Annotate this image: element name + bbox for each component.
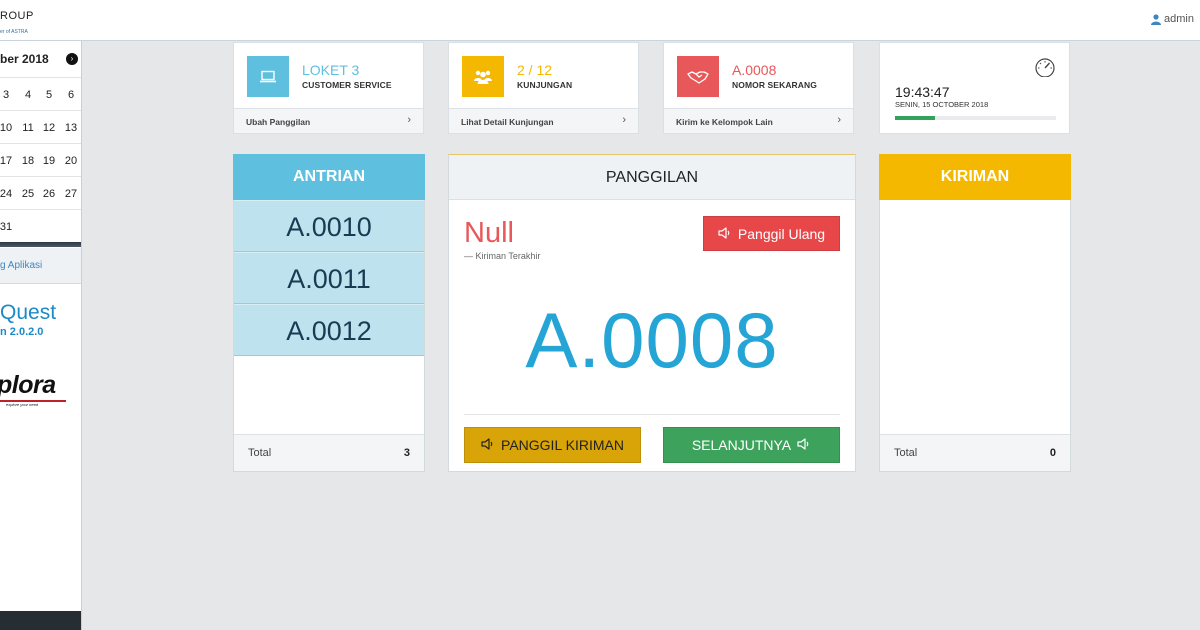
calendar-divider (0, 242, 81, 247)
visit-details-link[interactable]: Lihat Detail Kunjungan › (449, 108, 638, 133)
calendar-day[interactable]: 20 (60, 155, 81, 167)
calendar-week-row: 10 11 12 13 (0, 110, 81, 143)
calendar-day[interactable]: 27 (60, 188, 81, 200)
calendar-day[interactable]: 25 (17, 188, 39, 200)
calendar-day[interactable]: 10 (0, 122, 17, 134)
called-number-display: A.0008 (525, 296, 779, 384)
queue-panel-title: ANTRIAN (233, 154, 425, 200)
last-sent-number: Null (464, 217, 514, 249)
counter-service-label: CUSTOMER SERVICE (302, 80, 392, 90)
calendar-week-row: 31 (0, 209, 81, 242)
counter-card: LOKET 3 CUSTOMER SERVICE Ubah Panggilan … (233, 42, 424, 134)
top-navbar: ROUP er of ASTRA admin (0, 0, 1200, 41)
calendar-week-row: 3 4 5 6 (0, 77, 81, 110)
speaker-icon (718, 226, 732, 242)
current-number-card: A.0008 NOMOR SEKARANG Kirim ke Kelompok … (663, 42, 854, 134)
queue-total-label: Total (248, 447, 272, 459)
clock-date: SENIN, 15 OCTOBER 2018 (895, 100, 989, 109)
calendar-day[interactable]: 26 (38, 188, 60, 200)
last-sent-caption: — Kiriman Terakhir (464, 251, 541, 261)
calendar-day[interactable]: 17 (0, 155, 17, 167)
sent-panel: KIRIMAN Total 0 (879, 154, 1071, 472)
call-sent-button[interactable]: PANGGIL KIRIMAN (464, 427, 641, 463)
calendar-week-row: 17 18 19 20 (0, 143, 81, 176)
queue-item[interactable]: A.0011 (234, 252, 424, 304)
visits-label: KUNJUNGAN (517, 80, 573, 90)
user-menu[interactable]: admin (1151, 13, 1194, 25)
calendar-day[interactable]: 24 (0, 188, 17, 200)
recall-button-label: Panggil Ulang (737, 225, 826, 242)
call-panel-title: PANGGILAN (449, 155, 855, 200)
sidebar-footer (0, 611, 81, 630)
queue-item[interactable]: A.0012 (234, 304, 424, 356)
user-icon (1151, 13, 1162, 25)
sent-total-label: Total (894, 447, 918, 459)
app-version: n 2.0.2.0 (0, 326, 44, 338)
queue-item[interactable]: A.0010 (234, 200, 424, 252)
visit-details-label: Lihat Detail Kunjungan (461, 117, 554, 127)
counter-name: LOKET 3 (302, 62, 360, 78)
call-sent-label: PANGGIL KIRIMAN (501, 437, 624, 453)
chevron-right-icon[interactable]: › (66, 53, 78, 65)
handshake-icon (677, 56, 719, 97)
calendar-day[interactable]: 18 (17, 155, 39, 167)
change-call-link[interactable]: Ubah Panggilan › (234, 108, 423, 133)
speedometer-icon (1034, 57, 1056, 82)
company-logo: plora (0, 371, 56, 399)
sent-panel-title: KIRIMAN (879, 154, 1071, 200)
user-name: admin (1164, 13, 1194, 25)
chevron-right-icon: › (622, 114, 626, 126)
current-number: A.0008 (732, 62, 777, 78)
calendar-day[interactable]: 5 (38, 89, 60, 101)
laptop-icon (247, 56, 289, 97)
queue-footer: Total 3 (234, 434, 424, 471)
sidebar-link-about-app[interactable]: g Aplikasi (0, 248, 81, 284)
brand-subtitle: er of ASTRA (0, 29, 28, 35)
speaker-icon (481, 437, 495, 453)
time-progress-fill (895, 116, 936, 120)
call-panel: PANGGILAN Null — Kiriman Terakhir Panggi… (448, 154, 856, 472)
calendar-day[interactable]: 12 (38, 122, 60, 134)
time-progress-bar (895, 116, 1056, 120)
clock-time: 19:43:47 (895, 84, 950, 100)
logo-tagline: explore your need (6, 402, 39, 407)
speaker-icon (797, 437, 811, 453)
send-to-group-link[interactable]: Kirim ke Kelompok Lain › (664, 108, 853, 133)
sent-total-count: 0 (1049, 447, 1056, 459)
calendar-day[interactable]: 3 (0, 89, 17, 101)
calendar-day[interactable]: 6 (60, 89, 81, 101)
app-name: Quest (0, 301, 57, 324)
change-call-label: Ubah Panggilan (246, 117, 311, 127)
calendar-day[interactable]: 31 (0, 221, 17, 233)
next-button-label: SELANJUTNYA (691, 437, 792, 453)
brand-logo-text[interactable]: ROUP (0, 10, 34, 22)
sidebar: ber 2018 › 3 4 5 6 10 11 12 13 17 18 19 … (0, 41, 82, 630)
queue-total-count: 3 (403, 447, 410, 459)
current-number-label: NOMOR SEKARANG (732, 80, 817, 90)
next-button[interactable]: SELANJUTNYA (663, 427, 840, 463)
chevron-right-icon: › (407, 114, 411, 126)
calendar-day[interactable]: 13 (60, 122, 81, 134)
send-to-group-label: Kirim ke Kelompok Lain (676, 117, 773, 127)
queue-panel: ANTRIAN A.0010 A.0011 A.0012 Total 3 (233, 154, 425, 472)
recall-button[interactable]: Panggil Ulang (703, 216, 840, 251)
calendar-day[interactable]: 19 (38, 155, 60, 167)
clock-card: 19:43:47 SENIN, 15 OCTOBER 2018 (879, 42, 1070, 134)
calendar-month: ber 2018 (0, 52, 49, 66)
visits-card: 2 / 12 KUNJUNGAN Lihat Detail Kunjungan … (448, 42, 639, 134)
calendar-day[interactable]: 11 (17, 122, 39, 134)
sent-footer: Total 0 (880, 434, 1070, 471)
group-icon (462, 56, 504, 97)
call-divider (464, 414, 840, 415)
calendar-day[interactable]: 4 (17, 89, 39, 101)
calendar-header: ber 2018 › (0, 51, 81, 67)
chevron-right-icon: › (837, 114, 841, 126)
calendar-week-row: 24 25 26 27 (0, 176, 81, 209)
sidebar-link-label: g Aplikasi (0, 260, 43, 271)
visit-count: 2 / 12 (517, 62, 553, 78)
